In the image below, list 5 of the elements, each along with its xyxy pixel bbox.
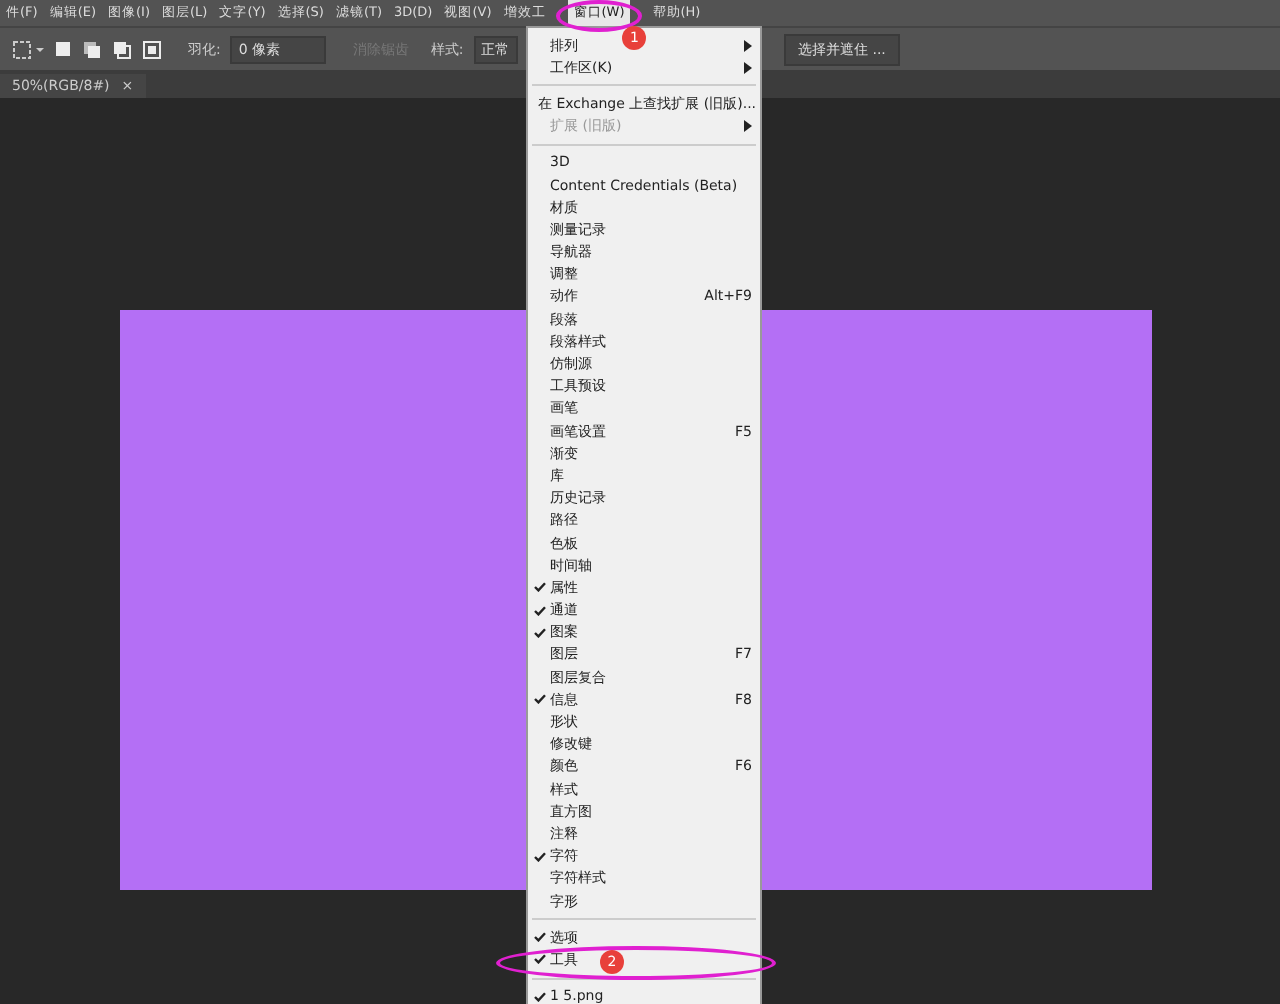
subtract-selection-icon[interactable] bbox=[112, 39, 132, 59]
add-selection-icon[interactable] bbox=[82, 39, 102, 59]
marquee-tool-icon[interactable] bbox=[12, 39, 44, 59]
new-selection-icon[interactable] bbox=[54, 40, 72, 58]
intersect-selection-icon[interactable] bbox=[142, 39, 162, 59]
